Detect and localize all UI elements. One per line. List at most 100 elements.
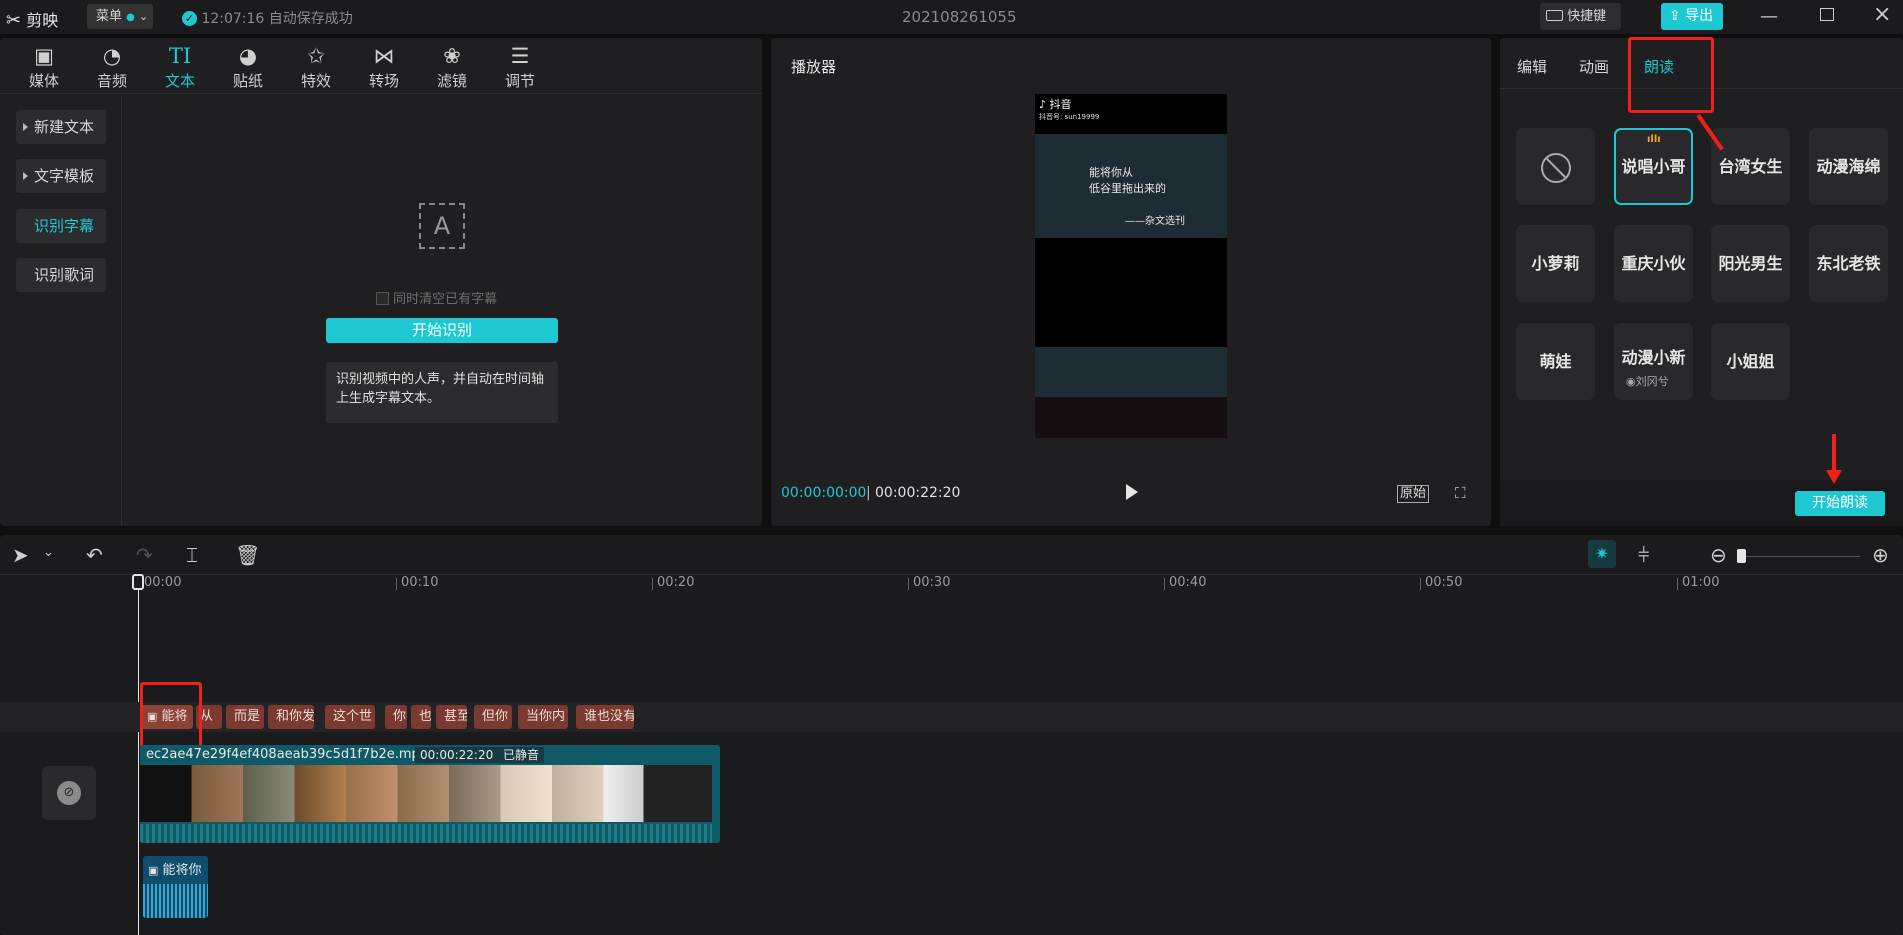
split-icon[interactable]: ⌶ — [186, 543, 198, 567]
text-clip[interactable]: 这个世 — [325, 705, 375, 729]
voice-label: 台湾女生 — [1718, 157, 1783, 176]
ratio-button[interactable]: 原始 — [1397, 485, 1430, 503]
video-thumbnails — [140, 765, 712, 822]
voice-cute-kid[interactable]: 萌娃 — [1516, 323, 1595, 400]
ruler-tick: 00:00 — [138, 575, 182, 590]
video-bottom-block — [1035, 397, 1227, 438]
text-clip[interactable]: 你 — [385, 705, 407, 729]
text-clip[interactable]: 谁也没有 — [576, 705, 634, 729]
chevron-down-icon: ⌄ — [139, 10, 149, 23]
voice-young-lady[interactable]: 小姐姐 — [1711, 323, 1790, 400]
sidebar-item-recognize-lyrics[interactable]: 识别歌词 — [16, 258, 106, 292]
play-button[interactable] — [1126, 484, 1138, 500]
text-clip[interactable]: 也 — [411, 705, 431, 729]
text-clip[interactable]: 而是 — [226, 705, 264, 729]
delete-icon[interactable]: 🗑 — [235, 543, 260, 567]
tab-sticker[interactable]: ◕ 贴纸 — [218, 42, 278, 94]
checkbox[interactable] — [376, 292, 389, 305]
voice-none[interactable] — [1516, 128, 1595, 205]
highlight-read-tab — [1628, 37, 1714, 113]
zoom-slider[interactable] — [1740, 556, 1860, 557]
tab-media[interactable]: ▣ 媒体 — [14, 42, 74, 94]
tab-effects[interactable]: ✩ 特效 — [286, 42, 346, 94]
voice-credit: ◉刘冈兮 — [1626, 375, 1669, 388]
zoom-out-icon[interactable]: ⊖ — [1710, 543, 1727, 567]
quote-source: ——杂文选刊 — [1125, 216, 1185, 227]
platform-text: 抖音 — [1049, 98, 1072, 111]
sidebar-item-new-text[interactable]: 新建文本 — [16, 110, 106, 144]
video-quote-block: 能将你从 低谷里拖出来的 ——杂文选刊 — [1035, 134, 1227, 238]
text-clip[interactable]: 但你 — [474, 705, 512, 729]
tab-adjust[interactable]: ☰ 调节 — [490, 42, 550, 94]
text-clip[interactable]: 和你发 — [268, 705, 314, 729]
sidebar-label: 识别歌词 — [34, 266, 95, 284]
tab-filter[interactable]: ❀ 滤镜 — [422, 42, 482, 94]
tab-adjust-label: 调节 — [504, 72, 535, 90]
auto-snap-icon[interactable]: ✷ — [1588, 540, 1616, 568]
autosave-text: 12:07:16 自动保存成功 — [201, 11, 353, 27]
export-button[interactable]: ⇪ 导出 — [1661, 3, 1723, 30]
zoom-in-icon[interactable]: ⊕ — [1872, 543, 1889, 567]
time-separator: | — [866, 485, 871, 501]
close-icon[interactable]: × — [1873, 2, 1891, 27]
zoom-slider-handle[interactable] — [1737, 549, 1746, 563]
voice-rap-guy[interactable]: ıllı 说唱小哥 — [1614, 128, 1693, 205]
voice-label: 动漫海绵 — [1816, 157, 1881, 176]
fullscreen-icon[interactable]: ⛶ — [1455, 484, 1466, 502]
clip-label: 你 — [393, 709, 407, 724]
video-clip[interactable]: ec2ae47e29f4ef408aeab39c5d1f7b2e.mp4 00:… — [140, 745, 720, 843]
text-clip[interactable]: 甚至 — [436, 705, 467, 729]
text-icon: TI — [168, 44, 192, 68]
voice-little-loli[interactable]: 小萝莉 — [1516, 225, 1595, 302]
ruler-tick: 01:00 — [1676, 575, 1720, 590]
chevron-down-icon[interactable]: ⌄ — [43, 545, 54, 560]
voice-northeast-buddy[interactable]: 东北老铁 — [1809, 225, 1888, 302]
highlight-first-text-clip — [140, 682, 202, 750]
video-preview: ♪ 抖音 抖音号: sun19999 能将你从 低谷里拖出来的 ——杂文选刊 — [1035, 94, 1227, 438]
quote-line: 低谷里拖出来的 — [1089, 182, 1166, 195]
tab-transition[interactable]: ⋈ 转场 — [354, 42, 414, 94]
voice-chongqing-guy[interactable]: 重庆小伙 — [1614, 225, 1693, 302]
playhead[interactable] — [138, 576, 139, 935]
sidebar-item-recognize-subtitles[interactable]: 识别字幕 — [16, 209, 106, 243]
clear-subtitles-option[interactable]: 同时清空已有字幕 — [376, 288, 497, 307]
audio-clip[interactable]: ▣ 能将你 — [143, 856, 208, 918]
shortcut-button[interactable]: 快捷键 — [1540, 3, 1621, 30]
menu-label: 菜单 — [96, 9, 123, 24]
player-panel: 播放器 ♪ 抖音 抖音号: sun19999 能将你从 低谷里拖出来的 ——杂文… — [771, 38, 1491, 526]
start-recognize-button[interactable]: 开始识别 — [326, 318, 558, 343]
app-name: 剪映 — [26, 11, 59, 30]
timeline-panel: ➤ ⌄ ↶ ↷ ⌶ 🗑 ✷ ⫩ ⊖ ⊕ — [0, 535, 1903, 935]
voice-anime-xiaoxin[interactable]: 动漫小新 ◉刘冈兮 — [1614, 323, 1693, 400]
voice-sunny-boy[interactable]: 阳光男生 — [1711, 225, 1790, 302]
sidebar-label: 识别字幕 — [34, 217, 95, 235]
minimize-icon[interactable]: — — [1760, 6, 1778, 27]
audio-clip-title: ▣ 能将你 — [148, 859, 202, 878]
undo-icon[interactable]: ↶ — [86, 543, 103, 567]
sidebar-item-text-template[interactable]: 文字模板 — [16, 159, 106, 193]
text-to-speech-icon: ▣ — [148, 864, 159, 877]
menu-button[interactable]: 菜单 ● ⌄ — [87, 4, 153, 29]
voice-label: 萌娃 — [1539, 352, 1572, 371]
select-tool-icon[interactable]: ➤ — [12, 543, 29, 567]
sound-wave-icon: ıllı — [1647, 134, 1661, 145]
start-read-button[interactable]: 开始朗读 — [1795, 491, 1885, 516]
tab-effects-label: 特效 — [300, 72, 331, 90]
tab-animation[interactable]: 动画 — [1579, 56, 1609, 77]
tab-audio[interactable]: ◔ 音频 — [82, 42, 142, 94]
tab-text[interactable]: TI 文本 — [150, 42, 210, 94]
voice-label: 小姐姐 — [1726, 352, 1775, 371]
maximize-icon[interactable] — [1820, 8, 1834, 21]
track-mute-button[interactable]: ⊘ — [42, 766, 96, 820]
text-clip[interactable]: 当你内 — [518, 705, 568, 729]
upload-icon: ⇪ — [1669, 8, 1681, 24]
clip-label: 这个世 — [333, 709, 373, 724]
tab-edit[interactable]: 编辑 — [1517, 56, 1547, 77]
linkage-icon[interactable]: ⫩ — [1638, 543, 1649, 567]
voice-anime-sponge[interactable]: 动漫海绵 — [1809, 128, 1888, 205]
playhead-handle[interactable] — [132, 574, 144, 590]
voice-label: 说唱小哥 — [1621, 157, 1686, 176]
voice-taiwan-girl[interactable]: 台湾女生 — [1711, 128, 1790, 205]
sidebar-label: 文字模板 — [34, 167, 95, 185]
ruler-tick: 00:50 — [1419, 575, 1463, 590]
